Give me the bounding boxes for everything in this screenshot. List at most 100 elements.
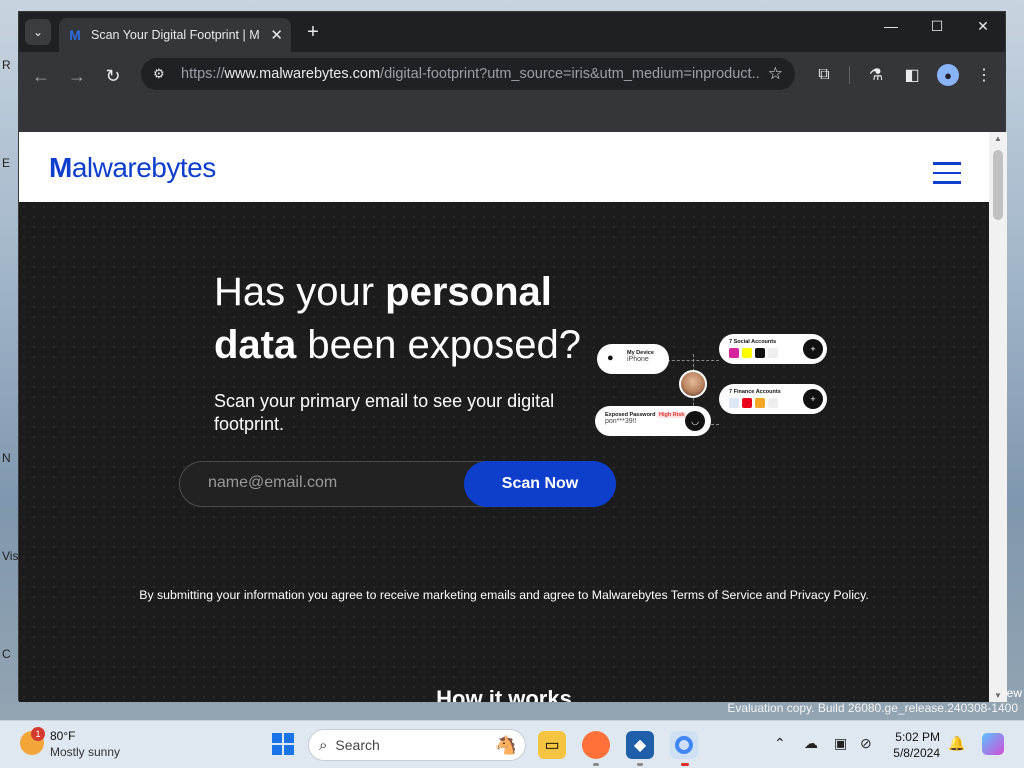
finance-accounts-card: 7 Finance Accounts +: [719, 384, 827, 414]
risk-badge: High Risk: [656, 412, 687, 418]
desktop-icon-label[interactable]: N: [2, 451, 11, 465]
more-icon: [768, 348, 778, 358]
url-path: /digital-footprint?utm_source=iris&utm_m…: [380, 66, 761, 82]
back-button[interactable]: ←: [29, 64, 53, 88]
add-icon: +: [803, 389, 823, 409]
visa-icon: [729, 398, 739, 408]
notification-bell-icon[interactable]: 🔔: [948, 735, 965, 752]
site-info-icon[interactable]: ⚙: [153, 66, 177, 82]
new-tab-button[interactable]: +: [301, 20, 325, 44]
add-icon: +: [803, 339, 823, 359]
taskbar: 1 80°F Mostly sunny ⌕ Search 🐴 ▭ ◆ ⌃ ☁ ▣…: [0, 720, 1024, 768]
email-input[interactable]: [208, 474, 458, 492]
network-icon[interactable]: ⊘: [860, 735, 872, 752]
weather-notification-badge: 1: [31, 727, 45, 741]
browser-toolbar: ← → ↻ ⚙ https://www.malwarebytes.com/dig…: [19, 52, 1005, 96]
taskbar-search-placeholder: Search: [335, 737, 380, 753]
copilot-icon[interactable]: [982, 733, 1004, 755]
hero-headline: Has your personal data been exposed?: [214, 270, 581, 367]
snapchat-icon: [742, 348, 752, 358]
more-icon: [768, 398, 778, 408]
tab-title: Scan Your Digital Footprint | M: [91, 28, 259, 42]
device-card-value: iPhone: [627, 356, 649, 363]
amazon-icon: [755, 398, 765, 408]
chrome-icon[interactable]: [670, 731, 698, 759]
running-indicator: [593, 763, 599, 766]
chevron-down-icon: ⌄: [32, 25, 44, 39]
url-prefix: https://: [181, 66, 225, 82]
malwarebytes-logo[interactable]: Malwarebytes: [49, 152, 216, 184]
hero-section: Has your personal data been exposed? Sca…: [19, 202, 989, 702]
evaluation-watermark: Evaluation copy. Build 26080.ge_release.…: [727, 701, 1018, 715]
desktop-icon-label[interactable]: R: [2, 58, 11, 72]
search-highlight-icon: 🐴: [494, 734, 517, 755]
email-form: Scan Now: [179, 461, 616, 507]
reload-button[interactable]: ↻: [101, 64, 125, 88]
scroll-down-arrow-icon[interactable]: ▼: [994, 691, 1002, 700]
weather-temperature[interactable]: 80°F: [50, 729, 75, 743]
disclaimer-text: By submitting your information you agree…: [139, 588, 869, 602]
browser-window: ⌄ M Scan Your Digital Footprint | M ✕ + …: [18, 11, 1007, 702]
clock-time: 5:02 PM: [895, 730, 940, 744]
page-scrollbar[interactable]: ▲ ▼: [989, 132, 1007, 702]
exposed-password-card: Exposed Password High Risk pon***39!! ◡: [595, 406, 711, 436]
toolbar-spacer: [19, 96, 1005, 132]
onedrive-cloud-icon[interactable]: ☁: [804, 735, 818, 752]
footprint-illustration: ● My Device iPhone 7 Social Accounts + 7…: [595, 334, 837, 452]
scroll-thumb[interactable]: [993, 150, 1003, 220]
labs-flask-icon[interactable]: ⚗: [865, 64, 887, 86]
chevron-up-icon[interactable]: ⌃: [774, 735, 786, 752]
virtualbox-icon[interactable]: ◆: [626, 731, 654, 759]
tiktok-icon: [755, 348, 765, 358]
running-indicator: [637, 763, 643, 766]
system-clock[interactable]: 5:02 PM 5/8/2024: [888, 729, 940, 761]
profile-avatar-icon[interactable]: ●: [937, 64, 959, 86]
tab-search-button[interactable]: ⌄: [25, 19, 51, 45]
active-indicator: [681, 763, 689, 766]
taskbar-search-box[interactable]: ⌕ Search 🐴: [308, 729, 526, 761]
start-windows-icon[interactable]: [272, 733, 294, 755]
how-it-works-heading: How it works: [436, 686, 572, 702]
malwarebytes-favicon-icon: M: [69, 27, 81, 43]
eye-icon: ◡: [685, 411, 705, 431]
url-text[interactable]: https://www.malwarebytes.com/digital-foo…: [181, 66, 761, 82]
instagram-icon: [729, 348, 739, 358]
mastercard-icon: [742, 398, 752, 408]
side-panel-icon[interactable]: ◧: [901, 64, 923, 86]
social-accounts-card: 7 Social Accounts +: [719, 334, 827, 364]
toolbar-divider: [849, 66, 850, 84]
close-tab-icon[interactable]: ✕: [270, 26, 283, 44]
browser-menu-icon[interactable]: ⋮: [973, 64, 995, 86]
desktop-icon-label[interactable]: ew: [1007, 686, 1022, 700]
hero-subline: Scan your primary email to see your digi…: [214, 391, 555, 434]
logo-m: M: [49, 152, 72, 183]
search-icon: ⌕: [319, 736, 328, 754]
file-explorer-icon[interactable]: ▭: [538, 731, 566, 759]
desktop-icon-label[interactable]: C: [2, 647, 11, 661]
maximize-button[interactable]: ☐: [923, 18, 951, 35]
site-header: Malwarebytes: [19, 132, 989, 202]
apple-icon: ●: [607, 352, 614, 364]
address-bar[interactable]: ⚙ https://www.malwarebytes.com/digital-f…: [141, 58, 795, 90]
desktop-icon-label[interactable]: E: [2, 156, 10, 170]
device-card: ● My Device iPhone: [597, 344, 669, 374]
scroll-up-arrow-icon[interactable]: ▲: [994, 134, 1002, 143]
weather-condition[interactable]: Mostly sunny: [50, 745, 120, 759]
firefox-icon[interactable]: [582, 731, 610, 759]
minimize-button[interactable]: —: [877, 18, 905, 34]
person-avatar: [679, 370, 707, 398]
scan-now-button[interactable]: Scan Now: [464, 461, 616, 507]
forward-button[interactable]: →: [65, 64, 89, 88]
display-icon[interactable]: ▣: [834, 735, 847, 752]
tab-strip: ⌄ M Scan Your Digital Footprint | M ✕ + …: [19, 12, 1005, 52]
hamburger-menu-icon[interactable]: [933, 162, 961, 184]
url-host: www.malwarebytes.com: [224, 66, 381, 82]
web-page: Malwarebytes Has your personal data been…: [19, 132, 989, 702]
bookmark-star-icon[interactable]: ☆: [768, 64, 783, 84]
tab-active[interactable]: M Scan Your Digital Footprint | M ✕: [59, 18, 291, 52]
clock-date: 5/8/2024: [893, 746, 940, 760]
extensions-icon[interactable]: ⧉: [813, 64, 835, 86]
desktop-icon-label[interactable]: Vis: [2, 549, 18, 563]
close-window-button[interactable]: ✕: [969, 18, 997, 35]
logo-text: alwarebytes: [71, 152, 216, 183]
